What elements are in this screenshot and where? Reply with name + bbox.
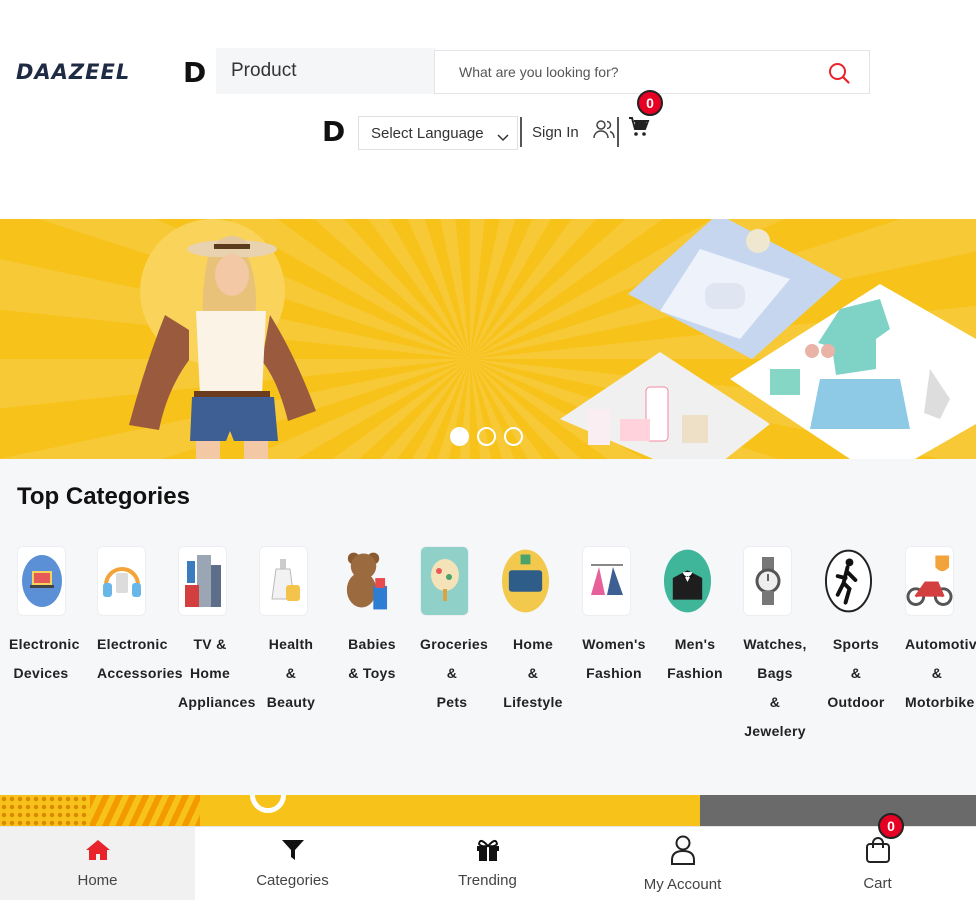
search-input[interactable] <box>435 51 815 93</box>
search-type-selector[interactable]: Product <box>216 48 436 94</box>
search-icon[interactable] <box>827 61 851 85</box>
banner-pattern <box>90 795 200 827</box>
top-categories-section: Top Categories Electronic Devices Electr… <box>0 459 976 795</box>
bottom-navigation: Home Categories Trending My Account Cart <box>0 826 976 900</box>
divider <box>617 117 619 147</box>
banner-pattern <box>0 795 90 827</box>
promo-image <box>700 795 976 827</box>
category-label: Electronic Devices <box>9 636 80 681</box>
category-label: TV & Home Appliances <box>178 636 256 710</box>
dress-icon <box>582 546 631 616</box>
laptop-icon <box>17 546 66 616</box>
top-categories-title: Top Categories <box>17 483 190 510</box>
cart-count-badge: 0 <box>878 813 904 839</box>
carousel-dot[interactable] <box>477 427 496 446</box>
runner-icon <box>824 546 873 616</box>
language-select[interactable]: Select Language <box>358 116 518 150</box>
cart-count-badge: 0 <box>637 90 663 116</box>
category-electronic-accessories[interactable]: Electronic Accessories <box>97 546 183 688</box>
category-automotive-motorbike[interactable]: Automotive & Motorbike <box>905 546 976 717</box>
sofa-icon <box>501 546 550 616</box>
nav-my-account[interactable]: My Account <box>585 827 780 900</box>
d-logo-mark: D <box>183 56 207 89</box>
motorbike-icon <box>905 546 954 616</box>
nav-label: Categories <box>256 872 329 889</box>
sign-in-link[interactable]: Sign In <box>532 124 579 141</box>
category-home-lifestyle[interactable]: Home & Lifestyle <box>501 546 581 717</box>
gift-icon <box>475 839 501 866</box>
nav-label: Home <box>77 872 118 889</box>
category-label: Sports & Outdoor <box>827 636 885 710</box>
language-select-label: Select Language <box>371 125 484 142</box>
category-electronic-devices[interactable]: Electronic Devices <box>9 546 97 688</box>
user-icon <box>670 835 696 870</box>
shopping-bag-icon <box>865 836 891 869</box>
category-label: Babies & Toys <box>348 636 396 681</box>
nav-categories[interactable]: Categories <box>195 827 390 900</box>
category-womens-fashion[interactable]: Women's Fashion <box>582 546 662 688</box>
d-logo-mark-small: D <box>322 115 346 148</box>
category-sports-outdoor[interactable]: Sports & Outdoor <box>824 546 904 717</box>
tuxedo-icon <box>663 546 712 616</box>
appliance-icon <box>178 546 227 616</box>
category-health-beauty[interactable]: Health & Beauty <box>259 546 339 717</box>
category-mens-fashion[interactable]: Men's Fashion <box>663 546 743 688</box>
nav-label: Cart <box>863 875 892 892</box>
cart-icon[interactable] <box>628 116 650 143</box>
nav-home[interactable]: Home <box>0 827 195 900</box>
carousel-dots <box>450 427 523 446</box>
chevron-down-icon <box>497 129 509 146</box>
category-groceries-pets[interactable]: Groceries & Pets <box>420 546 500 717</box>
banner-circle <box>250 795 286 813</box>
watch-icon <box>743 546 792 616</box>
category-label: Electronic Accessories <box>97 636 183 681</box>
brand-logo[interactable]: DAAZEEL <box>16 60 130 84</box>
teddy-bear-icon <box>340 546 389 616</box>
category-label: Home & Lifestyle <box>503 636 563 710</box>
grocery-icon <box>420 546 469 616</box>
category-label: Health & Beauty <box>266 636 316 710</box>
nav-trending[interactable]: Trending <box>390 827 585 900</box>
hero-banner[interactable] <box>0 219 976 459</box>
category-label: Women's Fashion <box>582 636 646 681</box>
users-icon[interactable] <box>592 118 616 145</box>
category-babies-toys[interactable]: Babies & Toys <box>340 546 420 688</box>
search-bar <box>434 50 870 94</box>
filter-icon <box>281 839 305 866</box>
category-watches-bags-jewelery[interactable]: Watches, Bags & Jewelery <box>743 546 823 746</box>
category-label: Automotive & Motorbike <box>905 636 976 710</box>
beauty-bottle-icon <box>259 546 308 616</box>
nav-label: My Account <box>643 876 722 893</box>
promo-banner-strip[interactable] <box>0 795 976 827</box>
headphones-icon <box>97 546 146 616</box>
nav-label: Trending <box>458 872 517 889</box>
divider <box>520 117 522 147</box>
nav-cart[interactable]: Cart <box>780 827 975 900</box>
category-label: Groceries & Pets <box>420 636 489 710</box>
category-label: Men's Fashion <box>667 636 723 681</box>
category-tv-home-appliances[interactable]: TV & Home Appliances <box>178 546 258 717</box>
category-label: Watches, Bags & Jewelery <box>743 636 807 739</box>
banner-illustration <box>129 219 976 459</box>
home-icon <box>85 839 111 866</box>
carousel-dot[interactable] <box>504 427 523 446</box>
carousel-dot[interactable] <box>450 427 469 446</box>
